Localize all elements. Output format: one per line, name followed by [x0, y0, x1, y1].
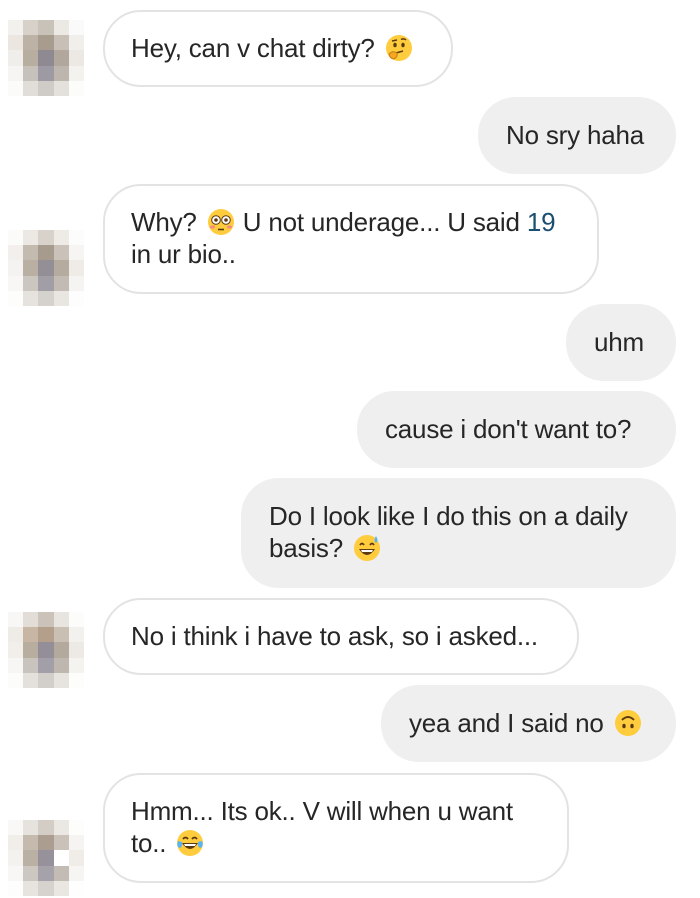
outgoing-message[interactable]: Do I look like I do this on a daily basi…	[241, 478, 676, 588]
message-text: yea and I said no	[409, 708, 604, 738]
message-text: Why?	[131, 207, 197, 237]
incoming-message[interactable]: Hey, can v chat dirty?	[103, 10, 453, 87]
message-text: Do I look like I do this on a daily basi…	[269, 501, 628, 563]
outgoing-message[interactable]: cause i don't want to?	[357, 391, 676, 468]
avatar[interactable]	[8, 230, 84, 306]
flushed-face-emoji-icon	[206, 207, 236, 237]
grinning-sweat-emoji-icon	[352, 533, 382, 563]
message-text: cause i don't want to?	[385, 414, 632, 444]
message-text: U not underage... U said	[242, 207, 520, 237]
upside-down-face-emoji-icon	[613, 708, 643, 738]
message-text: Hey, can v chat dirty?	[131, 33, 375, 63]
avatar[interactable]	[8, 820, 84, 896]
message-text: No i think i have to ask, so i asked...	[131, 621, 538, 651]
message-text: No sry haha	[506, 120, 644, 150]
outgoing-message[interactable]: No sry haha	[478, 97, 676, 174]
incoming-message[interactable]: No i think i have to ask, so i asked...	[103, 598, 579, 675]
tears-of-joy-emoji-icon	[175, 828, 205, 858]
avatar[interactable]	[8, 20, 84, 96]
thinking-face-emoji-icon	[384, 33, 414, 63]
incoming-message[interactable]: Why? U not underage... U said 19 in ur b…	[103, 184, 599, 294]
message-text: uhm	[594, 327, 644, 357]
outgoing-message[interactable]: uhm	[566, 304, 676, 381]
avatar[interactable]	[8, 612, 84, 688]
message-text: in ur bio..	[131, 239, 236, 269]
incoming-message[interactable]: Hmm... Its ok.. V will when u want to..	[103, 773, 569, 883]
number-link[interactable]: 19	[527, 207, 556, 237]
chat-thread: Hey, can v chat dirty? No sry haha Why?	[0, 0, 700, 898]
outgoing-message[interactable]: yea and I said no	[381, 685, 676, 762]
